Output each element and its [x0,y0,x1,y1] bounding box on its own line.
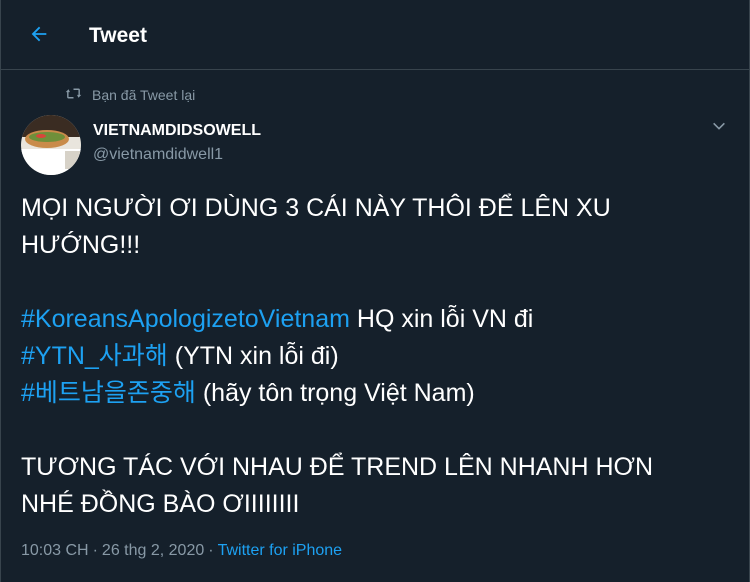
hashtag-line: #YTN_사과해 (YTN xin lỗi đi) [21,338,731,375]
tweet-line: HƯỚNG!!! [21,231,141,259]
hashtag-line: #KoreansApologizetoVietnam HQ xin lỗi VN… [21,301,731,338]
retweet-context: Bạn đã Tweet lại [65,86,195,104]
tweet-line: NHÉ ĐỒNG BÀO ƠIIIIIIII [21,490,300,518]
tweet-date[interactable]: 26 thg 2, 2020 [102,542,204,560]
tweet-text: MỌI NGƯỜI ƠI DÙNG 3 CÁI NÀY THÔI ĐỂ LÊN … [21,190,731,523]
hashtag-suffix: (hãy tôn trọng Việt Nam) [195,379,475,407]
tweet-meta: 10:03 CH · 26 thg 2, 2020 · Twitter for … [21,540,342,562]
author-name[interactable]: VIETNAMDIDSOWELL [93,121,261,141]
tweet-page: Tweet Bạn đã Tweet lại VIETNAMDIDSOWELL … [0,0,750,582]
retweet-label[interactable]: Bạn đã Tweet lại [92,87,195,103]
author-handle[interactable]: @vietnamdidwell1 [93,145,223,165]
hashtag-link[interactable]: #YTN_사과해 [21,342,168,370]
page-title: Tweet [89,24,147,47]
page-header: Tweet [1,0,750,70]
hashtag-link[interactable]: #베트남을존중해 [21,379,196,407]
tweet-source-link[interactable]: Twitter for iPhone [218,542,343,560]
hashtag-line: #베트남을존중해 (hãy tôn trọng Việt Nam) [21,375,731,412]
meta-separator: · [92,542,98,559]
more-options-button[interactable] [705,114,733,142]
back-button[interactable] [21,18,57,54]
tweet-line: MỌI NGƯỜI ƠI DÙNG 3 CÁI NÀY THÔI ĐỂ LÊN … [21,194,611,222]
tweet-line: TƯƠNG TÁC VỚI NHAU ĐỂ TREND LÊN NHANH HƠ… [21,453,654,481]
hashtag-link[interactable]: #KoreansApologizetoVietnam [21,305,350,333]
hashtag-suffix: (YTN xin lỗi đi) [167,342,339,370]
arrow-left-icon [28,23,50,50]
meta-separator: · [208,542,214,559]
tweet-time[interactable]: 10:03 CH [21,542,89,560]
retweet-icon [65,87,82,103]
avatar[interactable] [21,115,81,175]
hashtag-suffix: HQ xin lỗi VN đi [349,305,534,333]
chevron-down-icon [711,118,727,139]
